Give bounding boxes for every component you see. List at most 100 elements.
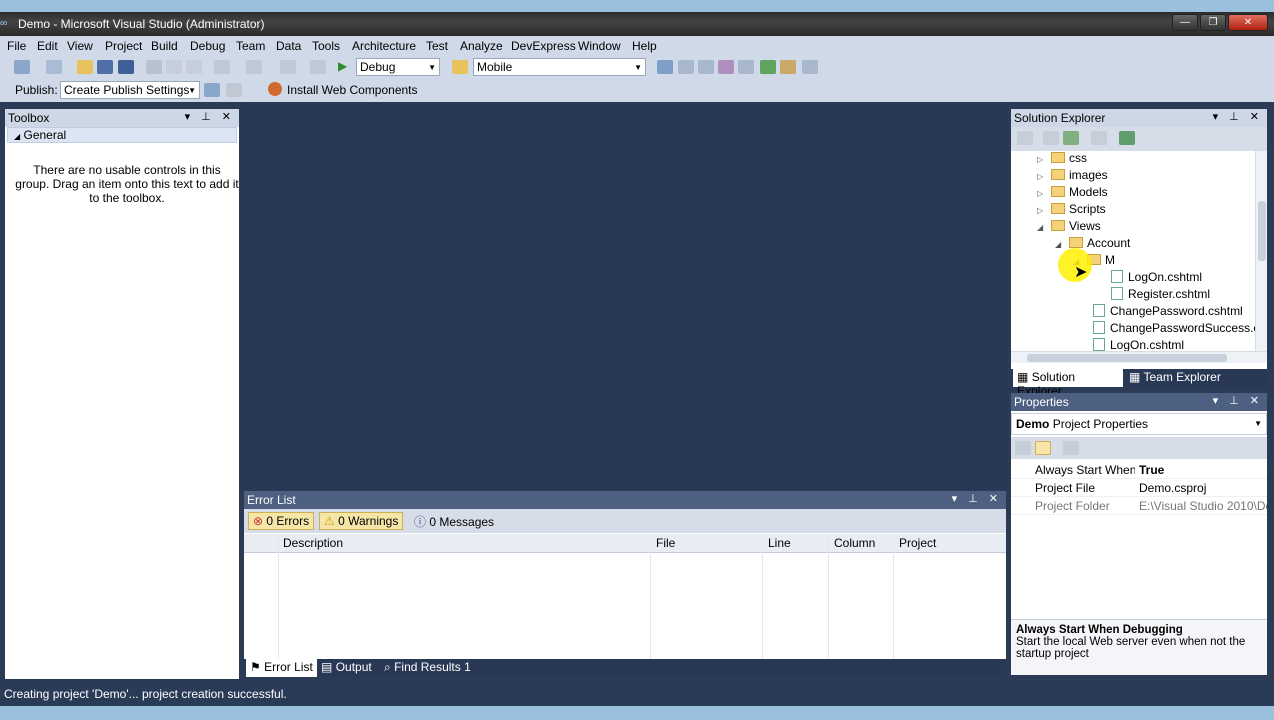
menu-architecture[interactable]: Architecture [352, 39, 416, 53]
property-value[interactable]: Demo.csproj [1139, 481, 1267, 495]
tree-item-models[interactable]: ▷ Models [1037, 185, 1108, 201]
install-web-components-button[interactable]: Install Web Components [287, 83, 418, 97]
publish-settings-icon[interactable] [226, 83, 242, 97]
tree-item-logon[interactable]: LogOn.cshtml [1093, 338, 1184, 351]
tree-item-register[interactable]: Register.cshtml [1111, 287, 1210, 303]
column-description[interactable]: Description [283, 536, 343, 550]
save-icon[interactable] [97, 60, 113, 74]
alphabetical-icon[interactable] [1035, 441, 1051, 455]
publish-web-icon[interactable] [204, 83, 220, 97]
tools-icon[interactable] [738, 60, 754, 74]
property-row[interactable]: Always Start When D True [1011, 461, 1267, 479]
publish-profile-dropdown[interactable]: Create Publish Settings ▼ [60, 81, 200, 99]
new-project-icon[interactable] [14, 60, 30, 74]
solution-explorer-title: Solution Explorer [1014, 111, 1106, 125]
column-column[interactable]: Column [834, 536, 875, 550]
scroll-thumb[interactable] [1258, 201, 1266, 261]
menu-project[interactable]: Project [105, 39, 142, 53]
menu-devexpress[interactable]: DevExpress [511, 39, 576, 53]
property-pages-icon[interactable] [1063, 441, 1079, 455]
panel-controls[interactable]: ▾ ⊥ ✕ [1213, 110, 1263, 123]
tree-item-changepasswordsuccess[interactable]: ChangePasswordSuccess.csh [1093, 321, 1255, 337]
menu-test[interactable]: Test [426, 39, 448, 53]
minimize-button[interactable]: — [1172, 14, 1198, 31]
menu-view[interactable]: View [67, 39, 93, 53]
show-all-files-icon[interactable] [1043, 131, 1059, 145]
find-combo[interactable]: Mobile ▼ [473, 58, 646, 76]
tab-output[interactable]: ▤ Output [317, 659, 376, 677]
save-all-icon[interactable] [118, 60, 134, 74]
horizontal-scrollbar[interactable] [1011, 351, 1267, 363]
command-window-icon[interactable] [802, 60, 818, 74]
refresh-icon[interactable] [1063, 131, 1079, 145]
menu-team[interactable]: Team [236, 39, 265, 53]
undo-icon[interactable] [214, 60, 230, 74]
extension-manager-icon[interactable] [760, 60, 776, 74]
restore-button[interactable]: ❐ [1200, 14, 1226, 31]
menu-window[interactable]: Window [578, 39, 621, 53]
solution-configuration-dropdown[interactable]: Debug ▼ [356, 58, 440, 76]
navigate-forward-icon[interactable] [310, 60, 326, 74]
properties-header: Properties ▾ ⊥ ✕ [1011, 393, 1267, 411]
column-line[interactable]: Line [768, 536, 791, 550]
scroll-thumb[interactable] [1027, 354, 1227, 362]
copy-icon[interactable] [166, 60, 182, 74]
menu-data[interactable]: Data [276, 39, 301, 53]
tab-team-explorer[interactable]: ▦ Team Explorer [1125, 369, 1225, 387]
tab-solution-explorer[interactable]: ▦ Solution Explorer [1013, 369, 1123, 398]
property-row[interactable]: Project File Demo.csproj [1011, 479, 1267, 497]
tab-find-results[interactable]: ⌕ Find Results 1 [380, 659, 475, 677]
toolbox-group-general[interactable]: ◢ General [7, 127, 237, 143]
folder-icon [1051, 169, 1065, 180]
menu-analyze[interactable]: Analyze [460, 39, 503, 53]
panel-controls[interactable]: ▾ ⊥ ✕ [185, 110, 235, 123]
solution-explorer-icon[interactable] [657, 60, 673, 74]
tree-item-images[interactable]: ▷ images [1037, 168, 1108, 184]
menu-edit[interactable]: Edit [37, 39, 58, 53]
add-item-icon[interactable] [46, 60, 62, 74]
toolbox-icon[interactable] [718, 60, 734, 74]
categorized-icon[interactable] [1015, 441, 1031, 455]
tab-label: Output [335, 660, 372, 674]
start-page-icon[interactable] [780, 60, 796, 74]
vertical-scrollbar[interactable] [1255, 151, 1267, 351]
collapsed-arrow-icon: ▷ [1037, 172, 1044, 181]
menu-debug[interactable]: Debug [190, 39, 225, 53]
menu-build[interactable]: Build [151, 39, 178, 53]
warnings-filter-button[interactable]: ⚠ 0 Warnings [319, 512, 404, 530]
menu-help[interactable]: Help [632, 39, 657, 53]
object-browser-icon[interactable] [698, 60, 714, 74]
object-selector[interactable]: Demo Project Properties ▼ [1011, 413, 1267, 435]
panel-controls[interactable]: ▾ ⊥ ✕ [952, 492, 1002, 505]
nested-related-files-icon[interactable] [1119, 131, 1135, 145]
menu-tools[interactable]: Tools [312, 39, 340, 53]
start-debugging-icon[interactable]: ▶ [338, 59, 347, 73]
view-class-diagram-icon[interactable] [1091, 131, 1107, 145]
close-button[interactable]: ✕ [1228, 14, 1268, 31]
navigate-back-icon[interactable] [280, 60, 296, 74]
tree-item-changepassword[interactable]: ChangePassword.cshtml [1093, 304, 1243, 320]
tree-item-css[interactable]: ▷ css [1037, 151, 1087, 167]
tree-item-scripts[interactable]: ▷ Scripts [1037, 202, 1106, 218]
properties-icon[interactable] [1017, 131, 1033, 145]
property-value[interactable]: E:\Visual Studio 2010\Dem [1139, 499, 1267, 513]
open-folder-icon[interactable] [77, 60, 93, 74]
properties-icon[interactable] [678, 60, 694, 74]
tree-item-logon-m[interactable]: LogOn.cshtml [1111, 270, 1202, 286]
property-value[interactable]: True [1139, 463, 1267, 477]
paste-icon[interactable] [186, 60, 202, 74]
tab-error-list[interactable]: ⚑ Error List [246, 659, 317, 677]
tree-item-views[interactable]: ◢ Views [1037, 219, 1101, 235]
panel-controls[interactable]: ▾ ⊥ ✕ [1213, 394, 1263, 407]
column-file[interactable]: File [656, 536, 675, 550]
errors-filter-button[interactable]: ⊗ 0 Errors [248, 512, 315, 530]
redo-icon[interactable] [246, 60, 262, 74]
cut-icon[interactable] [146, 60, 162, 74]
column-divider [828, 534, 829, 659]
messages-filter-button[interactable]: ⓘ 0 Messages [410, 512, 498, 530]
find-in-files-icon[interactable] [452, 60, 468, 74]
column-project[interactable]: Project [899, 536, 936, 550]
menu-file[interactable]: File [7, 39, 26, 53]
property-row[interactable]: Project Folder E:\Visual Studio 2010\Dem [1011, 497, 1267, 515]
install-web-components-icon[interactable] [268, 82, 282, 96]
